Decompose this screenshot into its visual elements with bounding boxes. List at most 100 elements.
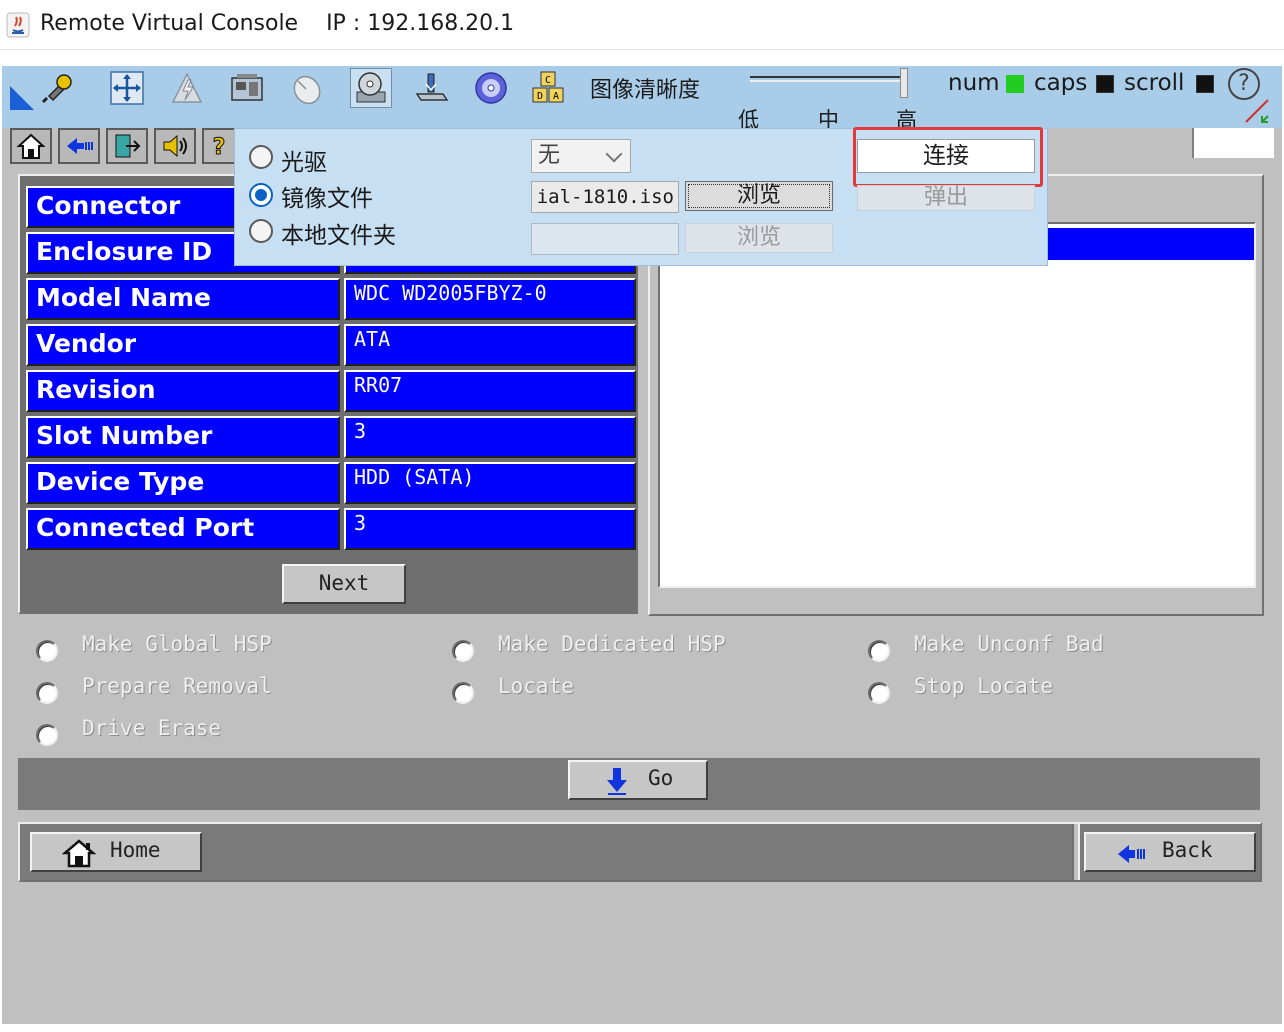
svg-text:C: C (545, 75, 551, 86)
property-row: Slot Number 3 (26, 416, 638, 458)
toolbar-collapse-corner-icon[interactable] (10, 86, 34, 110)
drive-list[interactable] (658, 222, 1256, 588)
power-icon[interactable] (166, 68, 208, 108)
radio-button[interactable] (36, 682, 58, 704)
virtual-media-disk-icon[interactable] (350, 68, 392, 108)
iso-path-input[interactable]: ial-1810.iso (531, 181, 679, 213)
option-label: Prepare Removal (82, 674, 272, 698)
option-drive-erase[interactable]: Drive Erase (36, 716, 416, 746)
go-bar: Go (18, 758, 1260, 810)
chevron-down-icon (605, 145, 623, 163)
help-tool-button[interactable]: ? (202, 128, 236, 164)
svg-text:A: A (553, 91, 559, 102)
cd-rom-icon[interactable] (470, 68, 512, 108)
property-label: Connected Port (26, 508, 340, 550)
java-app-icon (6, 12, 30, 38)
option-label: Make Dedicated HSP (498, 632, 726, 656)
console-corner-box (1192, 128, 1274, 158)
browse-iso-button[interactable]: 浏览 (685, 181, 833, 211)
eject-button[interactable]: 弹出 (857, 185, 1035, 211)
radio-local-folder[interactable] (249, 219, 273, 243)
exit-icon (115, 134, 141, 158)
move-arrows-icon[interactable] (106, 68, 148, 108)
radio-button[interactable] (452, 640, 474, 662)
back-arrow-icon (67, 138, 93, 154)
network-icon[interactable] (226, 68, 268, 108)
browse-folder-button[interactable]: 浏览 (685, 223, 833, 253)
local-folder-label[interactable]: 本地文件夹 (281, 216, 396, 250)
option-locate[interactable]: Locate (452, 674, 832, 704)
option-label: Make Unconf Bad (914, 632, 1104, 656)
option-label: Stop Locate (914, 674, 1054, 698)
go-button[interactable]: Go (568, 760, 708, 800)
back-label: Back (1162, 838, 1213, 862)
window-title-bar: Remote Virtual Console IP : 192.168.20.1 (0, 0, 1284, 50)
option-make-global-hsp[interactable]: Make Global HSP (36, 632, 416, 662)
folder-path-input[interactable] (531, 223, 679, 255)
window-title: Remote Virtual Console IP : 192.168.20.1 (40, 11, 515, 36)
sound-icon (163, 134, 187, 158)
home-icon (62, 839, 96, 868)
home-label: Home (110, 838, 161, 862)
property-value: 3 (344, 508, 636, 550)
drive-select-value: 无 (538, 143, 561, 168)
property-label: Device Type (26, 462, 340, 504)
image-clarity-label: 图像清晰度 (590, 78, 701, 103)
property-value: ATA (344, 324, 636, 366)
back-tool-button[interactable] (58, 128, 100, 164)
usb-drive-icon[interactable] (410, 68, 452, 108)
down-arrow-icon (607, 768, 627, 795)
clarity-slider-track[interactable] (750, 76, 902, 82)
radio-optical-drive[interactable] (249, 145, 273, 169)
num-lock-indicator (1006, 75, 1024, 93)
next-button[interactable]: Next (282, 564, 406, 604)
option-make-unconf-bad[interactable]: Make Unconf Bad (868, 632, 1248, 662)
exit-tool-button[interactable] (106, 128, 148, 164)
svg-text:D: D (537, 91, 543, 102)
connect-plug-icon[interactable] (36, 68, 78, 108)
caps-lock-indicator (1096, 75, 1114, 93)
property-label: Revision (26, 370, 340, 412)
drive-select[interactable]: 无 (531, 139, 631, 173)
radio-button[interactable] (868, 640, 890, 662)
keyboard-layout-icon[interactable]: CDA (528, 68, 570, 108)
home-button[interactable]: Home (30, 832, 202, 872)
property-value: 3 (344, 416, 636, 458)
property-row: Model Name WDC WD2005FBYZ-0 (26, 278, 638, 320)
sound-tool-button[interactable] (154, 128, 196, 164)
image-file-label[interactable]: 镜像文件 (281, 179, 373, 213)
option-label: Make Global HSP (82, 632, 272, 656)
caps-lock-label: caps (1034, 70, 1088, 96)
option-prepare-removal[interactable]: Prepare Removal (36, 674, 416, 704)
property-label: Vendor (26, 324, 340, 366)
radio-image-file[interactable] (249, 183, 273, 207)
window-bottom-edge (0, 1024, 1284, 1032)
radio-button[interactable] (36, 724, 58, 746)
resize-arrows-icon[interactable] (1242, 96, 1276, 126)
scroll-lock-indicator (1196, 75, 1214, 93)
radio-button[interactable] (868, 682, 890, 704)
clarity-slider-thumb[interactable] (900, 68, 908, 98)
property-value: RR07 (344, 370, 636, 412)
go-label: Go (648, 766, 674, 790)
property-label: Model Name (26, 278, 340, 320)
radio-button[interactable] (452, 682, 474, 704)
radio-button[interactable] (36, 640, 58, 662)
property-label: Slot Number (26, 416, 340, 458)
back-button[interactable]: Back (1084, 832, 1256, 872)
property-row: Device Type HDD (SATA) (26, 462, 638, 504)
home-icon (16, 133, 46, 159)
svg-text:?: ? (213, 135, 226, 160)
option-stop-locate[interactable]: Stop Locate (868, 674, 1248, 704)
question-icon: ? (212, 135, 226, 161)
option-label: Locate (498, 674, 574, 698)
back-arrow-icon (1118, 845, 1145, 863)
optical-drive-label[interactable]: 光驱 (281, 143, 327, 177)
home-tool-button[interactable] (10, 128, 52, 164)
option-make-dedicated-hsp[interactable]: Make Dedicated HSP (452, 632, 832, 662)
property-value: HDD (SATA) (344, 462, 636, 504)
scroll-lock-label: scroll (1124, 70, 1185, 96)
virtual-media-popup: 光驱 镜像文件 本地文件夹 无 ial-1810.iso 浏览 浏览 连接 弹出 (234, 127, 1048, 266)
mouse-icon[interactable] (286, 68, 328, 108)
connect-highlight-box (853, 127, 1043, 187)
